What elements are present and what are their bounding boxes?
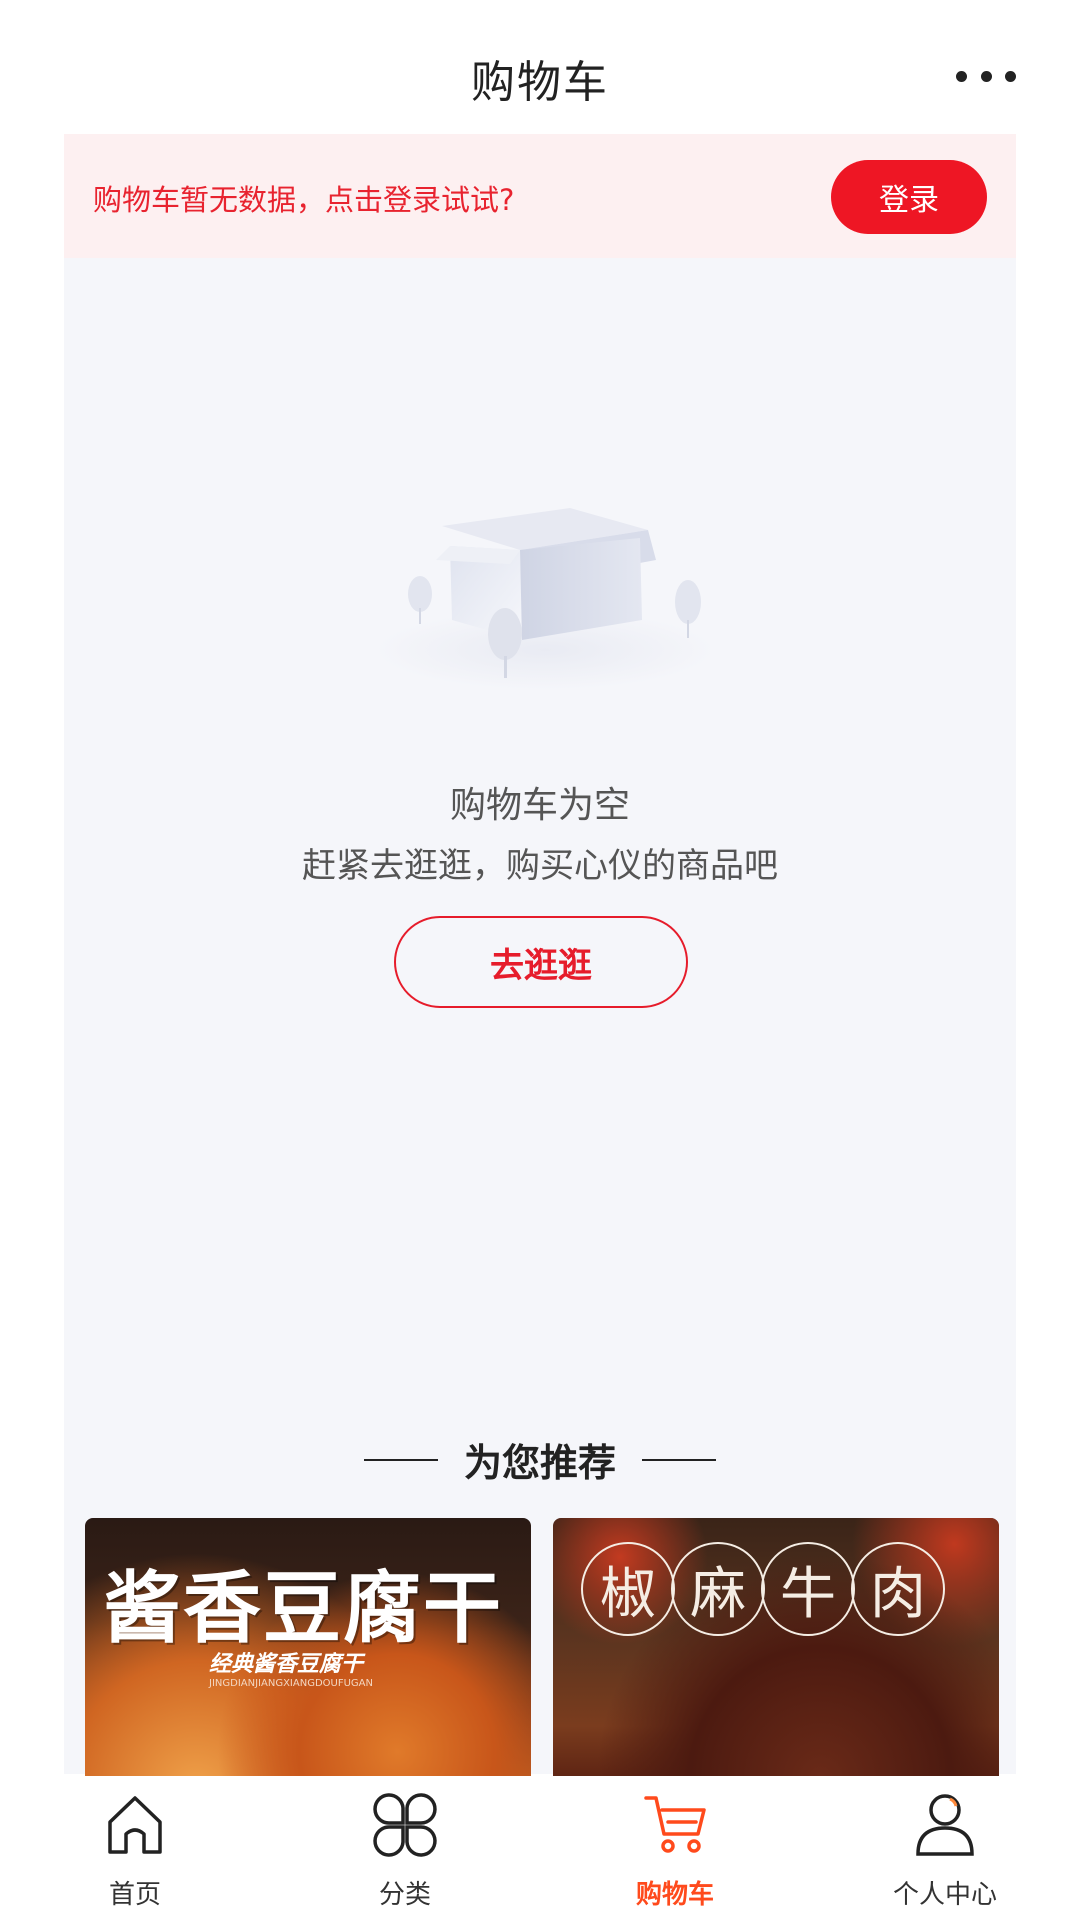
product-card[interactable]: 椒 麻 牛 肉 <box>553 1518 999 1778</box>
divider-left <box>363 1458 438 1461</box>
tab-profile[interactable]: 个人中心 <box>810 1776 1080 1920</box>
product-image-pinyin: JINGDIANJIANGXIANGDOUFUGAN <box>209 1678 373 1689</box>
bottom-tab-bar: 首页 分类 购物车 个人中心 <box>0 1776 1080 1920</box>
product-image-title: 酱香豆腐干 <box>103 1563 504 1654</box>
more-options-button[interactable] <box>956 58 1016 94</box>
title-char: 肉 <box>851 1542 945 1636</box>
login-button[interactable]: 登录 <box>831 160 987 234</box>
tab-label: 分类 <box>378 1880 431 1910</box>
more-dot-icon <box>980 70 992 82</box>
top-bar: 购物车 <box>0 0 1080 132</box>
title-char: 麻 <box>671 1542 765 1636</box>
category-icon <box>373 1793 437 1857</box>
divider-right <box>642 1458 716 1461</box>
product-card[interactable]: 酱香豆腐干 经典酱香豆腐干 JINGDIANJIANGXIANGDOUFUGAN <box>85 1518 531 1778</box>
more-dot-icon <box>1005 70 1016 82</box>
empty-box-illustration <box>375 508 715 690</box>
go-shopping-button[interactable]: 去逛逛 <box>394 916 688 1008</box>
product-image-subtitle: 经典酱香豆腐干 <box>209 1652 364 1677</box>
title-char: 牛 <box>761 1542 855 1636</box>
more-dot-icon <box>956 70 967 82</box>
tab-cart[interactable]: 购物车 <box>540 1776 810 1920</box>
tab-label: 购物车 <box>635 1880 714 1910</box>
recommend-header: 为您推荐 <box>0 1432 1080 1487</box>
page-title: 购物车 <box>471 57 609 108</box>
cart-icon <box>644 1796 706 1853</box>
login-banner: 购物车暂无数据，点击登录试试? 登录 <box>64 134 1016 258</box>
login-tip-text[interactable]: 购物车暂无数据，点击登录试试? <box>93 177 514 219</box>
cart-page: 购物车 购物车暂无数据，点击登录试试? 登录 购物车为空 赶紧去逛逛，购买心仪的… <box>0 0 1080 1920</box>
home-icon <box>108 1796 162 1854</box>
tab-category[interactable]: 分类 <box>270 1776 540 1920</box>
empty-cart-title: 购物车为空 <box>449 785 630 826</box>
product-image-title: 椒 麻 牛 肉 <box>581 1542 945 1636</box>
tab-home[interactable]: 首页 <box>0 1776 270 1920</box>
title-char: 椒 <box>581 1542 675 1636</box>
empty-cart-subtitle: 赶紧去逛逛，购买心仪的商品吧 <box>302 846 778 886</box>
user-icon <box>916 1794 974 1856</box>
tab-label: 首页 <box>108 1880 161 1910</box>
recommend-title: 为您推荐 <box>463 1441 616 1485</box>
tab-label: 个人中心 <box>892 1880 997 1910</box>
